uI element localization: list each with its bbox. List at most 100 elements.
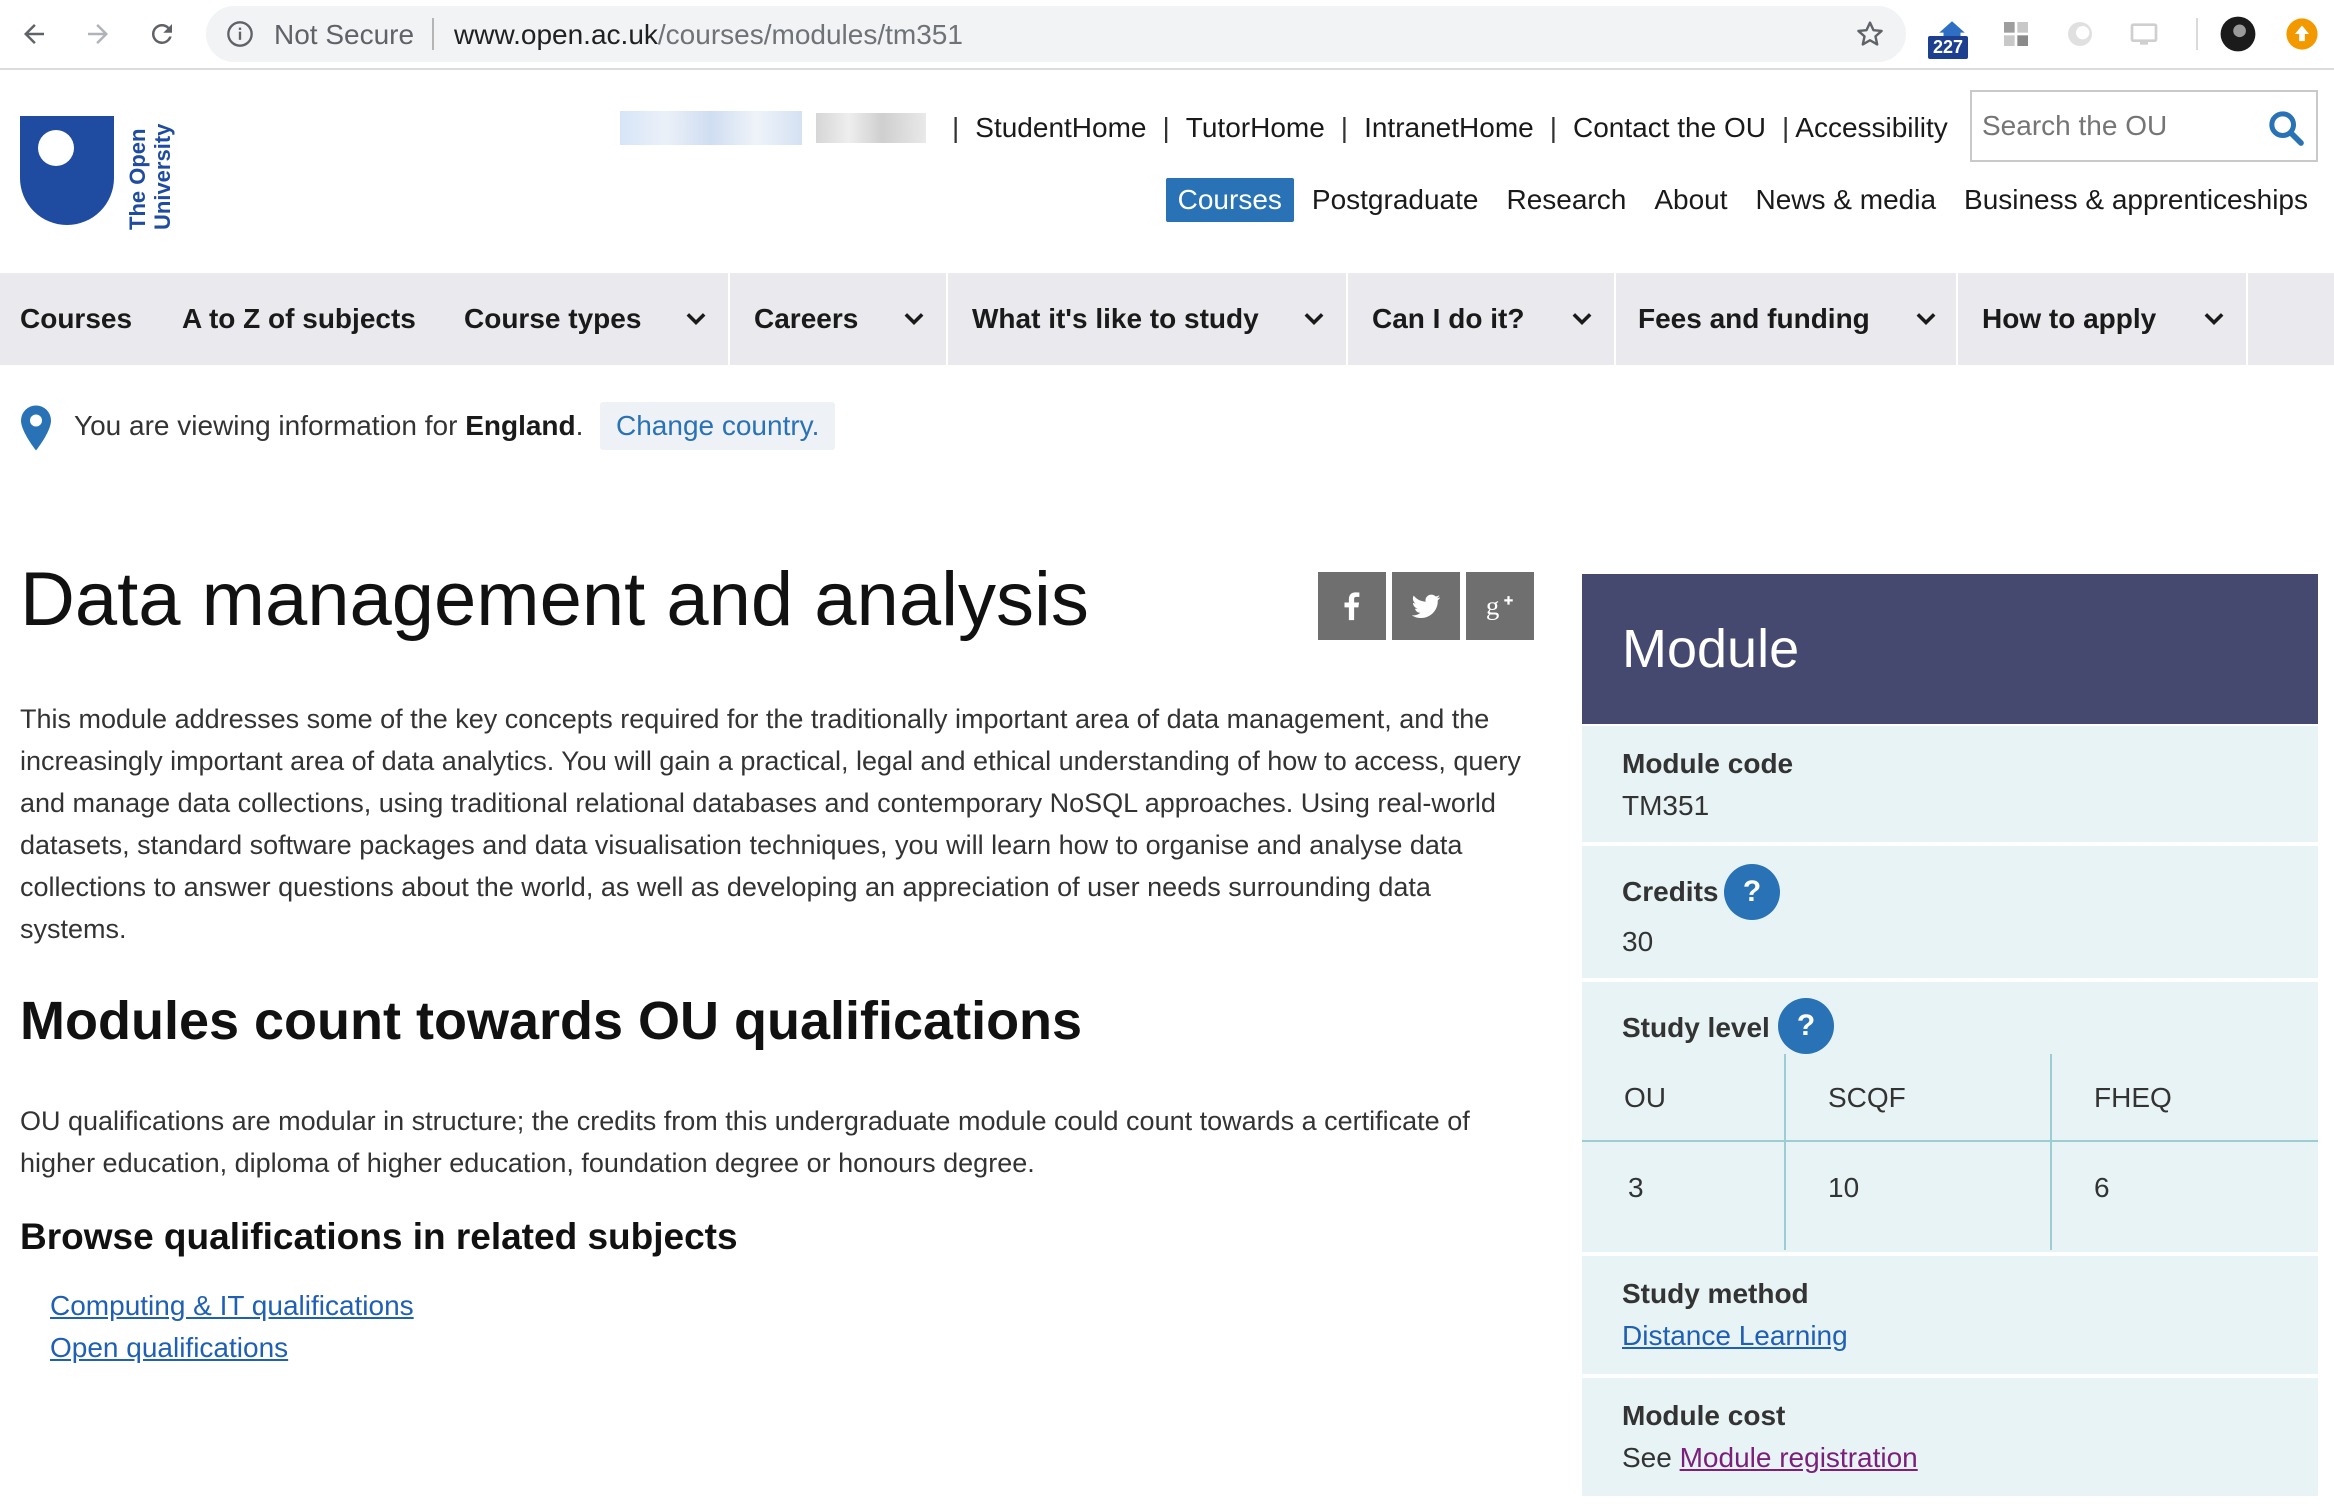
chevron-down-icon[interactable] — [682, 305, 710, 333]
module-code-panel: Module code TM351 — [1582, 726, 2318, 842]
site-search — [1970, 90, 2318, 162]
study-method-link[interactable]: Distance Learning — [1622, 1320, 1848, 1351]
credits-label: Credits — [1622, 876, 1719, 907]
level-value-ou: 3 — [1628, 1172, 1644, 1203]
country-notice: You are viewing information for England. — [74, 410, 583, 442]
level-value-fheq: 6 — [2094, 1172, 2110, 1203]
forward-button[interactable] — [74, 10, 122, 58]
module-cost-panel: Module cost See Module registration — [1582, 1378, 2318, 1496]
subnav-what-its-like[interactable]: What it's like to study — [972, 273, 1259, 365]
main-nav: Courses Postgraduate Research About News… — [1165, 178, 2308, 222]
level-col-fheq: FHEQ — [2094, 1082, 2172, 1113]
util-link-accessibility[interactable]: Accessibility — [1795, 112, 1947, 144]
security-label[interactable]: Not Secure — [274, 19, 414, 51]
credits-help-icon[interactable]: ? — [1724, 864, 1780, 920]
share-facebook-button[interactable] — [1318, 572, 1386, 640]
level-table-divider — [2050, 1054, 2052, 1250]
main-nav-about[interactable]: About — [1654, 184, 1727, 216]
country-name: England — [465, 410, 576, 441]
logo-shield-shape — [20, 116, 114, 225]
main-nav-business[interactable]: Business & apprenticeships — [1964, 184, 2308, 216]
page-title: Data management and analysis — [20, 557, 1089, 642]
subnav-careers[interactable]: Careers — [754, 273, 858, 365]
util-link-studenthome[interactable]: StudentHome — [975, 112, 1146, 144]
study-method-panel: Study method Distance Learning — [1582, 1256, 2318, 1374]
level-table-header-rule — [1582, 1140, 2318, 1142]
redacted-username — [620, 111, 802, 145]
logo-text-line1: The Open — [125, 129, 150, 230]
extension-cast-icon[interactable] — [2124, 14, 2164, 54]
reload-button[interactable] — [138, 10, 186, 58]
main-nav-news-media[interactable]: News & media — [1756, 184, 1937, 216]
subnav-divider — [1614, 273, 1616, 365]
util-link-contact[interactable]: Contact the OU — [1573, 112, 1766, 144]
subnav-a-to-z[interactable]: A to Z of subjects — [182, 273, 416, 365]
svg-text:g: g — [1486, 591, 1499, 621]
main-nav-research[interactable]: Research — [1506, 184, 1626, 216]
extension-badge-count: 227 — [1928, 36, 1969, 59]
share-googleplus-button[interactable]: g — [1466, 572, 1534, 640]
util-separator: | — [1162, 112, 1170, 143]
country-prefix: You are viewing information for — [74, 410, 466, 441]
chevron-down-icon[interactable] — [2200, 305, 2228, 333]
subnav-courses[interactable]: Courses — [20, 273, 132, 365]
link-computing-it[interactable]: Computing & IT qualifications — [50, 1290, 414, 1322]
link-open-qualifications[interactable]: Open qualifications — [50, 1332, 288, 1364]
util-separator: | — [1340, 112, 1349, 143]
subnav-course-types[interactable]: Course types — [464, 273, 641, 365]
subnav-fees-funding[interactable]: Fees and funding — [1638, 273, 1870, 365]
extension-puzzle-icon[interactable] — [1996, 14, 2036, 54]
subnav-divider — [728, 273, 730, 365]
browser-toolbar: Not Secure www.open.ac.uk/courses/module… — [0, 0, 2334, 70]
qualifications-text: OU qualifications are modular in structu… — [20, 1106, 1470, 1178]
study-level-help-icon[interactable]: ? — [1778, 998, 1834, 1054]
module-cost-label: Module cost — [1622, 1400, 1786, 1431]
util-link-intranethome[interactable]: IntranetHome — [1364, 112, 1534, 144]
search-icon[interactable] — [2266, 108, 2306, 148]
change-country-button[interactable]: Change country. — [600, 402, 836, 450]
bookmark-star-icon[interactable] — [1854, 18, 1886, 50]
extension-circle-icon[interactable] — [2060, 14, 2100, 54]
util-separator: | — [1549, 112, 1557, 143]
module-registration-link[interactable]: Module registration — [1680, 1442, 1918, 1473]
search-input[interactable] — [1982, 106, 2252, 146]
open-university-logo[interactable]: The Open University — [20, 112, 190, 232]
toolbar-divider — [2196, 18, 2198, 50]
subnav-how-to-apply[interactable]: How to apply — [1982, 273, 2156, 365]
subnav-divider — [946, 273, 948, 365]
subnav-divider — [1346, 273, 1348, 365]
subnav-divider — [2246, 273, 2248, 365]
reload-icon — [151, 23, 172, 44]
url-text[interactable]: www.open.ac.uk/courses/modules/tm351 — [454, 19, 963, 51]
utility-links: | StudentHome | TutorHome | IntranetHome… — [620, 108, 1948, 148]
main-nav-courses[interactable]: Courses — [1165, 178, 1294, 222]
twitter-icon — [1411, 594, 1441, 619]
level-col-ou: OU — [1624, 1082, 1666, 1113]
info-icon[interactable] — [226, 20, 254, 48]
profile-avatar[interactable] — [2218, 14, 2258, 54]
address-bar[interactable]: Not Secure www.open.ac.uk/courses/module… — [206, 6, 1906, 62]
chevron-down-icon[interactable] — [1300, 305, 1328, 333]
util-separator: | — [952, 112, 960, 143]
back-button[interactable] — [10, 10, 58, 58]
chevron-down-icon[interactable] — [1912, 305, 1940, 333]
update-icon[interactable] — [2282, 14, 2322, 54]
module-sidebar-title: Module — [1622, 619, 1800, 679]
logo-circle — [38, 130, 74, 166]
chevron-down-icon[interactable] — [1568, 305, 1596, 333]
module-sidebar-header: Module — [1582, 574, 2318, 724]
credits-value: 30 — [1622, 926, 1654, 957]
level-table-divider — [1784, 1054, 1786, 1250]
study-level-label: Study level — [1622, 1012, 1770, 1043]
share-twitter-button[interactable] — [1392, 572, 1460, 640]
level-col-scqf: SCQF — [1828, 1082, 1906, 1113]
util-link-tutorhome[interactable]: TutorHome — [1186, 112, 1325, 144]
study-method-label: Study method — [1622, 1278, 1809, 1309]
courses-subnav: Courses A to Z of subjects Course types … — [0, 273, 2334, 365]
main-nav-postgraduate[interactable]: Postgraduate — [1312, 184, 1479, 216]
url-path: /courses/modules/tm351 — [657, 19, 963, 50]
chevron-down-icon[interactable] — [900, 305, 928, 333]
module-code-value: TM351 — [1622, 790, 1710, 821]
subnav-can-i-do-it[interactable]: Can I do it? — [1372, 273, 1524, 365]
logo-text-line2: University — [150, 123, 175, 230]
